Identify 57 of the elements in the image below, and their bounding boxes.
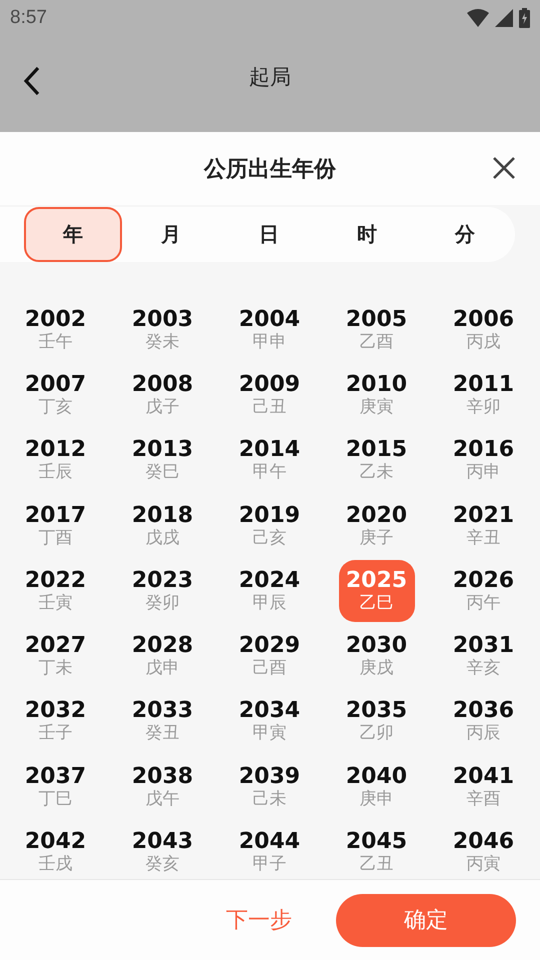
year-option[interactable]: 2036 丙辰 xyxy=(446,690,522,752)
year-option[interactable]: 2009 己丑 xyxy=(232,364,308,426)
tab[interactable]: 时 xyxy=(318,207,416,262)
status-time: 8:57 xyxy=(10,7,47,29)
year-option[interactable]: 2013 癸巳 xyxy=(124,429,200,492)
year-option[interactable]: 2032 壬子 xyxy=(18,690,94,752)
year-option[interactable]: 2014 甲午 xyxy=(232,429,308,492)
year-option[interactable]: 2019 己亥 xyxy=(232,494,308,557)
close-icon xyxy=(492,156,516,180)
year-option[interactable]: 2021 辛丑 xyxy=(446,494,522,557)
tab[interactable]: 分 xyxy=(416,207,514,262)
year-option[interactable]: 2007 丁亥 xyxy=(18,364,94,426)
back-icon xyxy=(22,66,42,96)
battery-icon xyxy=(519,8,530,28)
year-option[interactable]: 2006 丙戌 xyxy=(446,298,522,361)
year-option[interactable]: 2020 庚子 xyxy=(338,494,414,557)
year-option[interactable]: 2031 辛亥 xyxy=(446,625,522,688)
year-option[interactable]: 2034 甲寅 xyxy=(232,690,308,752)
year-option[interactable]: 2024 甲辰 xyxy=(232,560,308,622)
year-option[interactable]: 2004 甲申 xyxy=(232,298,308,361)
year-option[interactable]: 2035 乙卯 xyxy=(338,690,414,752)
year-option[interactable]: 2028 戊申 xyxy=(124,625,200,688)
year-option[interactable]: 2040 庚申 xyxy=(338,756,414,818)
year-option[interactable]: 2022 壬寅 xyxy=(18,560,94,622)
year-option[interactable]: 2026 丙午 xyxy=(446,560,522,622)
signal-icon xyxy=(495,9,513,27)
year-option[interactable]: 2030 庚戌 xyxy=(338,625,414,688)
year-option[interactable]: 2012 壬辰 xyxy=(18,429,94,492)
year-option[interactable]: 2011 辛卯 xyxy=(446,364,522,426)
year-option[interactable]: 2005 乙酉 xyxy=(338,298,414,361)
year-option[interactable]: 2003 癸未 xyxy=(124,298,200,361)
year-option[interactable]: 2039 己未 xyxy=(232,756,308,818)
year-option[interactable]: 2033 癸丑 xyxy=(124,690,200,752)
year-option[interactable]: 2008 戊子 xyxy=(124,364,200,426)
year-option[interactable]: 2027 丁未 xyxy=(18,625,94,688)
year-option[interactable]: 2041 辛酉 xyxy=(446,756,522,818)
year-option[interactable]: 2045 乙丑 xyxy=(338,821,414,879)
tab[interactable]: 月 xyxy=(122,207,220,262)
year-option[interactable]: 2017 丁酉 xyxy=(18,494,94,557)
year-option[interactable]: 2046 丙寅 xyxy=(446,821,522,879)
year-option[interactable]: 2016 丙申 xyxy=(446,429,522,492)
year-option[interactable]: 2018 戊戌 xyxy=(124,494,200,557)
page-title: 起局 xyxy=(249,64,291,91)
year-option[interactable]: 2037 丁巳 xyxy=(18,756,94,818)
year-option[interactable]: 2023 癸卯 xyxy=(124,560,200,622)
year-option[interactable]: 2029 己酉 xyxy=(232,625,308,688)
year-option[interactable]: 2038 戊午 xyxy=(124,756,200,818)
year-option[interactable]: 2002 壬午 xyxy=(18,298,94,361)
wifi-icon xyxy=(467,9,489,27)
year-option[interactable]: 2010 庚寅 xyxy=(338,364,414,426)
year-option[interactable]: 2015 乙未 xyxy=(338,429,414,492)
year-option[interactable]: 2044 甲子 xyxy=(232,821,308,879)
year-option[interactable]: 2043 癸亥 xyxy=(124,821,200,879)
year-option[interactable]: 2042 壬戌 xyxy=(18,821,94,879)
sheet-title: 公历出生年份 xyxy=(204,156,336,184)
tab[interactable]: 年 xyxy=(24,207,122,262)
tab[interactable]: 日 xyxy=(220,207,318,262)
